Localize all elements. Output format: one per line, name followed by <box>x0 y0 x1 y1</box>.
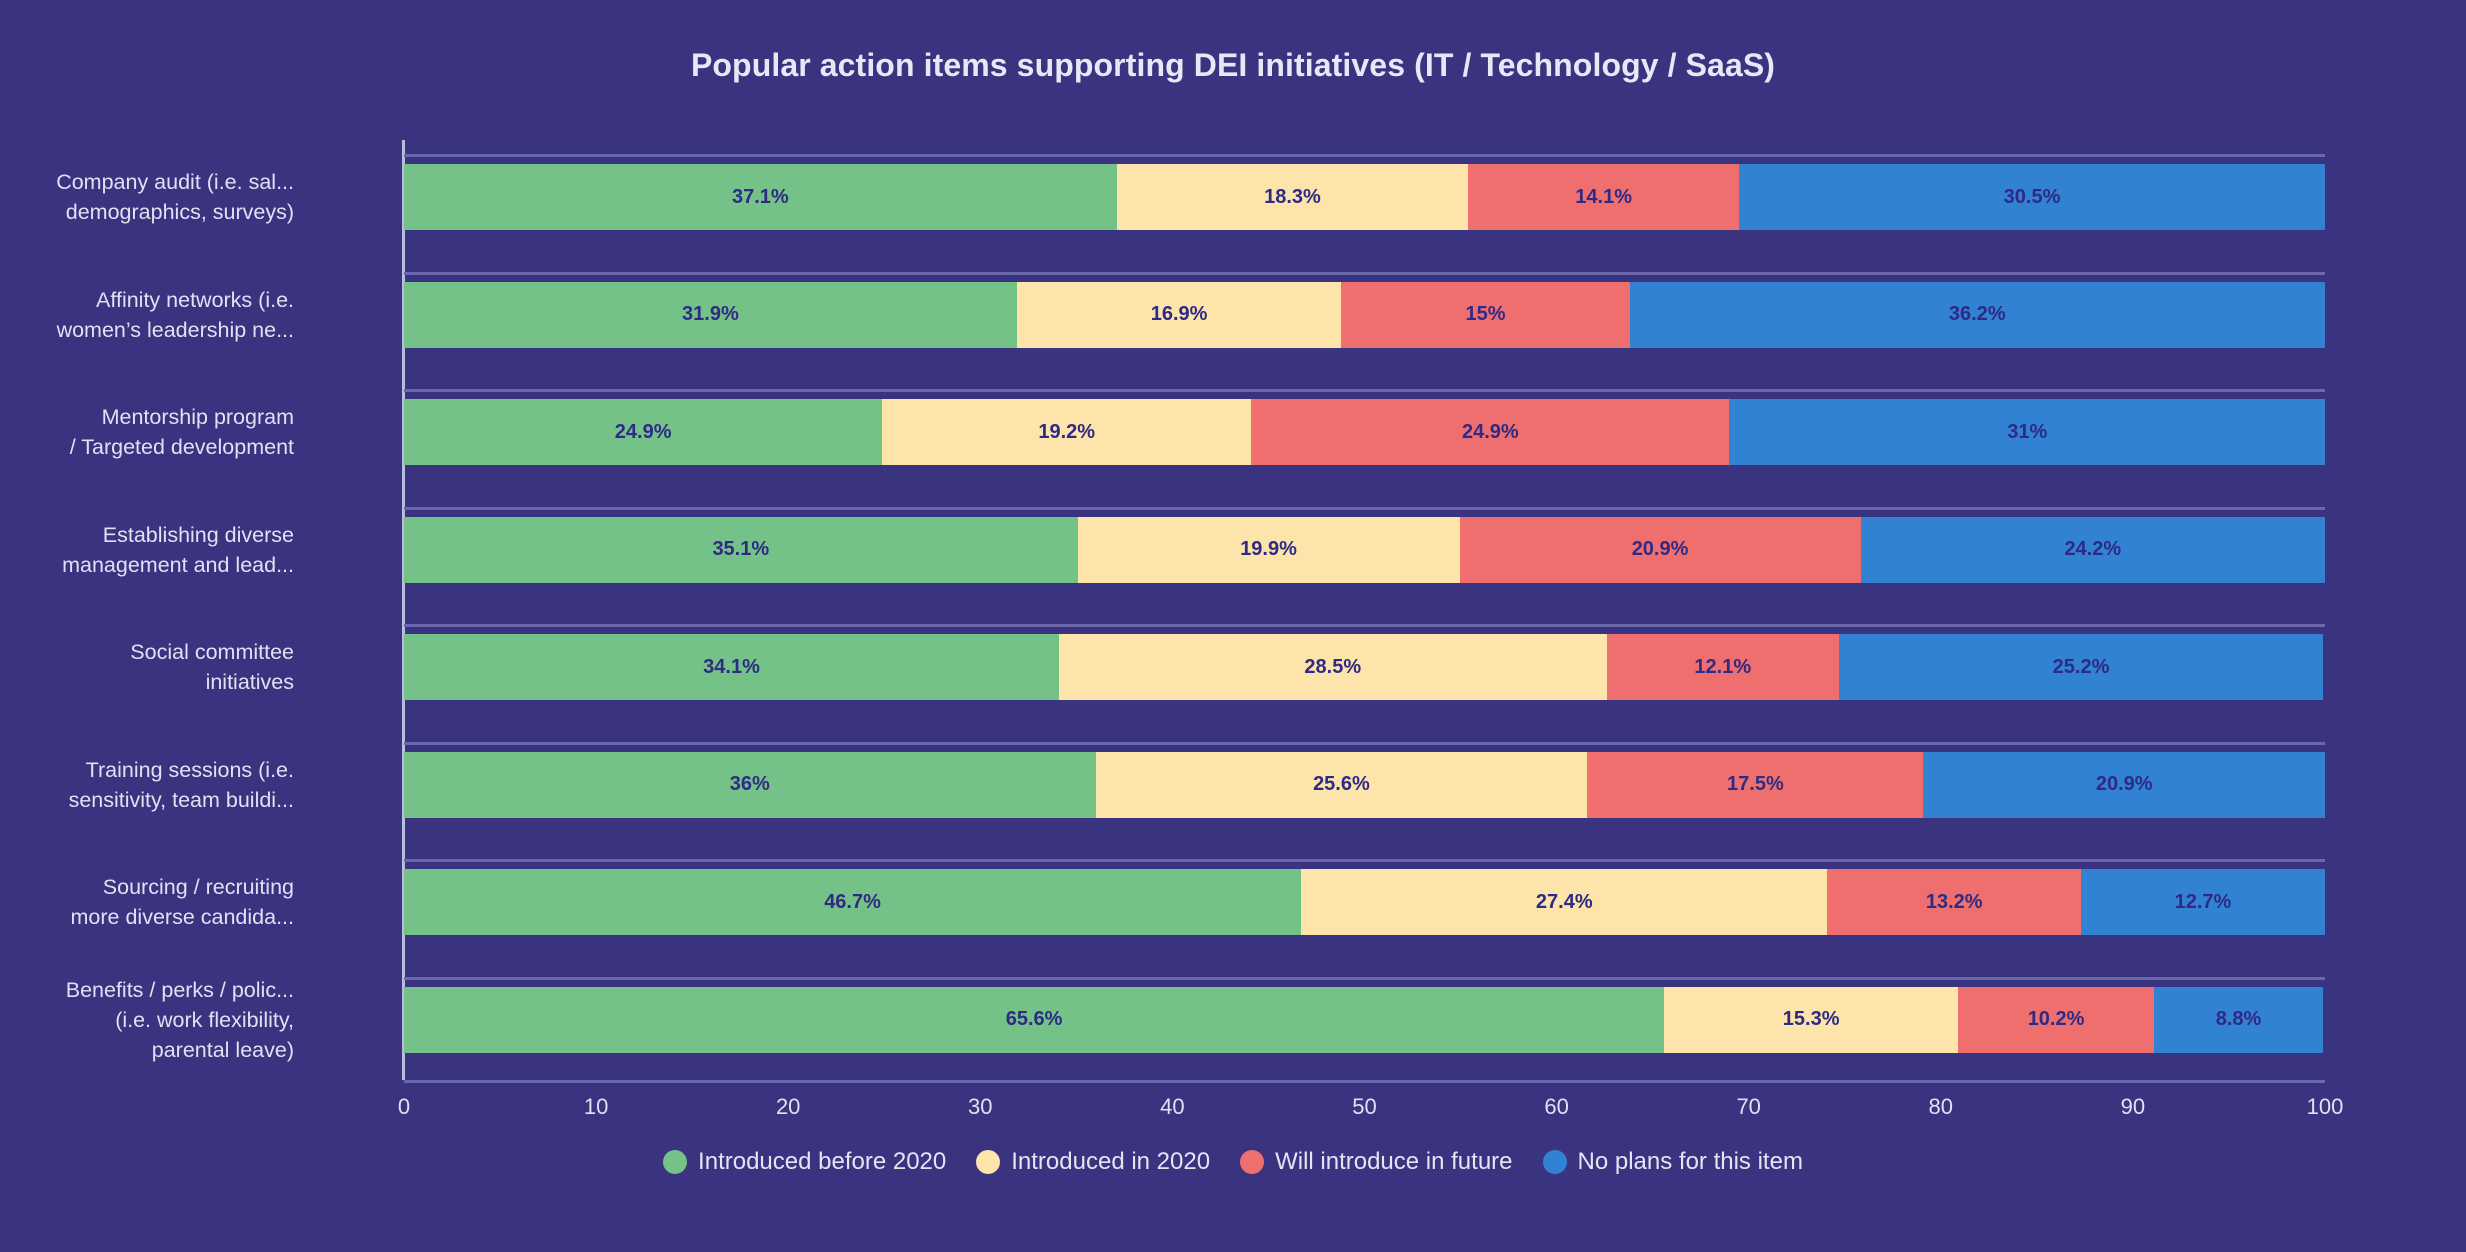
legend-item[interactable]: Will introduce in future <box>1240 1148 1513 1176</box>
bar-segment[interactable]: 24.2% <box>1860 516 2326 583</box>
bar-segment[interactable]: 14.1% <box>1468 164 1740 230</box>
bar-segment[interactable]: 15% <box>1341 281 1630 348</box>
x-tick-label: 80 <box>1928 1094 1954 1119</box>
bar-segment[interactable]: 34.1% <box>404 634 1060 700</box>
legend-item[interactable]: Introduced before 2020 <box>663 1148 946 1176</box>
bar-segment[interactable]: 19.2% <box>882 399 1252 465</box>
legend-swatch-icon <box>1542 1150 1567 1174</box>
bar-segment[interactable]: 24.9% <box>1251 399 1730 465</box>
x-tick-label: 100 <box>2306 1094 2344 1119</box>
bar-segment[interactable]: 36% <box>404 751 1096 818</box>
chart-legend: Introduced before 2020 Introduced in 2020… <box>0 1148 2466 1176</box>
bar-segment[interactable]: 25.2% <box>1838 634 2324 700</box>
chart-title: Popular action items supporting DEI init… <box>690 47 1776 83</box>
bar-segment[interactable]: 31% <box>1729 399 2325 465</box>
x-tick-label: 40 <box>1160 1094 1185 1119</box>
legend-swatch-icon <box>976 1150 1001 1174</box>
bar-segment[interactable]: 36.2% <box>1629 281 2325 348</box>
bar-segment[interactable]: 28.5% <box>1059 634 1607 700</box>
bar-row[interactable]: 46.7% 27.4% 13.2% 12.7% <box>404 869 2325 935</box>
bar-segment[interactable]: 35.1% <box>404 516 1078 583</box>
x-tick-label: 0 <box>397 1094 411 1119</box>
x-tick-label: 20 <box>775 1094 801 1119</box>
row-separator <box>404 624 2325 627</box>
bar-segment[interactable]: 20.9% <box>1923 751 2325 818</box>
category-label: Establishing diverse management and lead… <box>62 522 294 577</box>
bar-segment[interactable]: 12.1% <box>1606 634 1839 700</box>
row-separator <box>404 154 2325 157</box>
bar-segment[interactable]: 25.6% <box>1095 751 1588 818</box>
bar-row[interactable]: 34.1% 28.5% 12.1% 25.2% <box>404 634 2325 700</box>
legend-item[interactable]: No plans for this item <box>1542 1148 1803 1176</box>
bar-segment[interactable]: 19.9% <box>1077 516 1460 583</box>
x-tick-label: 70 <box>1736 1094 1761 1119</box>
bar-segment[interactable]: 15.3% <box>1664 986 1959 1053</box>
bar-row[interactable]: 31.9% 16.9% 15% 36.2% <box>404 281 2325 348</box>
category-label: Sourcing / recruiting more diverse candi… <box>70 875 294 929</box>
legend-label: Introduced in 2020 <box>1011 1148 1211 1175</box>
row-separator <box>404 506 2325 510</box>
row-separator <box>404 976 2325 980</box>
bar-segment[interactable]: 18.3% <box>1116 164 1469 230</box>
bar-segment[interactable]: 30.5% <box>1739 164 2325 230</box>
bar-row[interactable]: 35.1% 19.9% 20.9% 24.2% <box>404 516 2326 583</box>
bar-segment[interactable]: 10.2% <box>1958 986 2155 1053</box>
bar-segment[interactable]: 13.2% <box>1827 869 2081 935</box>
bar-row[interactable]: 65.6% 15.3% 10.2% 8.8% <box>404 986 2325 1053</box>
category-label: Company audit (i.e. sal... demographics,… <box>56 170 294 224</box>
row-separator <box>404 389 2325 392</box>
row-separator <box>404 271 2325 275</box>
bar-segment[interactable]: 12.7% <box>2081 869 2325 935</box>
category-label: Social committee initiatives <box>130 640 294 694</box>
x-axis-line <box>404 1080 2325 1083</box>
stacked-bar-chart: Popular action items supporting DEI init… <box>0 0 2466 1252</box>
bar-row[interactable]: 36% 25.6% 17.5% 20.9% <box>404 751 2325 818</box>
bar-segment[interactable]: 31.9% <box>404 281 1017 348</box>
legend-label: No plans for this item <box>1577 1148 1803 1175</box>
bar-segment[interactable]: 27.4% <box>1301 869 1828 935</box>
category-label: Benefits / perks / polic... (i.e. work f… <box>65 977 294 1062</box>
x-tick-label: 50 <box>1352 1094 1377 1119</box>
category-label: Training sessions (i.e. sensitivity, tea… <box>68 757 294 812</box>
bar-segment[interactable]: 24.9% <box>404 399 883 465</box>
legend-swatch-icon <box>1240 1150 1265 1174</box>
category-label: Mentorship program / Targeted developmen… <box>69 405 294 459</box>
x-tick-label: 60 <box>1544 1094 1569 1119</box>
row-separator <box>404 741 2325 745</box>
bar-row[interactable]: 37.1% 18.3% 14.1% 30.5% <box>404 164 2325 230</box>
x-tick-label: 30 <box>968 1094 993 1119</box>
bar-segment[interactable]: 37.1% <box>404 164 1117 230</box>
legend-label: Will introduce in future <box>1275 1148 1513 1175</box>
x-tick-label: 10 <box>583 1094 609 1119</box>
row-separator <box>404 859 2325 862</box>
bar-segment[interactable]: 17.5% <box>1587 751 1924 818</box>
legend-swatch-icon <box>663 1150 688 1174</box>
bar-segment[interactable]: 8.8% <box>2154 986 2324 1053</box>
x-tick-label: 90 <box>2120 1094 2146 1119</box>
bar-row[interactable]: 24.9% 19.2% 24.9% 31% <box>404 399 2325 465</box>
legend-label: Introduced before 2020 <box>698 1148 947 1175</box>
category-label: Affinity networks (i.e. women’s leadersh… <box>56 287 294 342</box>
bar-segment[interactable]: 20.9% <box>1459 516 1861 583</box>
bar-segment[interactable]: 46.7% <box>404 869 1302 935</box>
bar-segment[interactable]: 65.6% <box>404 986 1665 1053</box>
plot-area: 37.1% 18.3% 14.1% 30.5% 31.9% 16.9% 15% 36.2% 24… <box>404 140 2326 1080</box>
legend-item[interactable]: Introduced in 2020 <box>976 1148 1210 1176</box>
bar-segment[interactable]: 16.9% <box>1016 281 1342 348</box>
